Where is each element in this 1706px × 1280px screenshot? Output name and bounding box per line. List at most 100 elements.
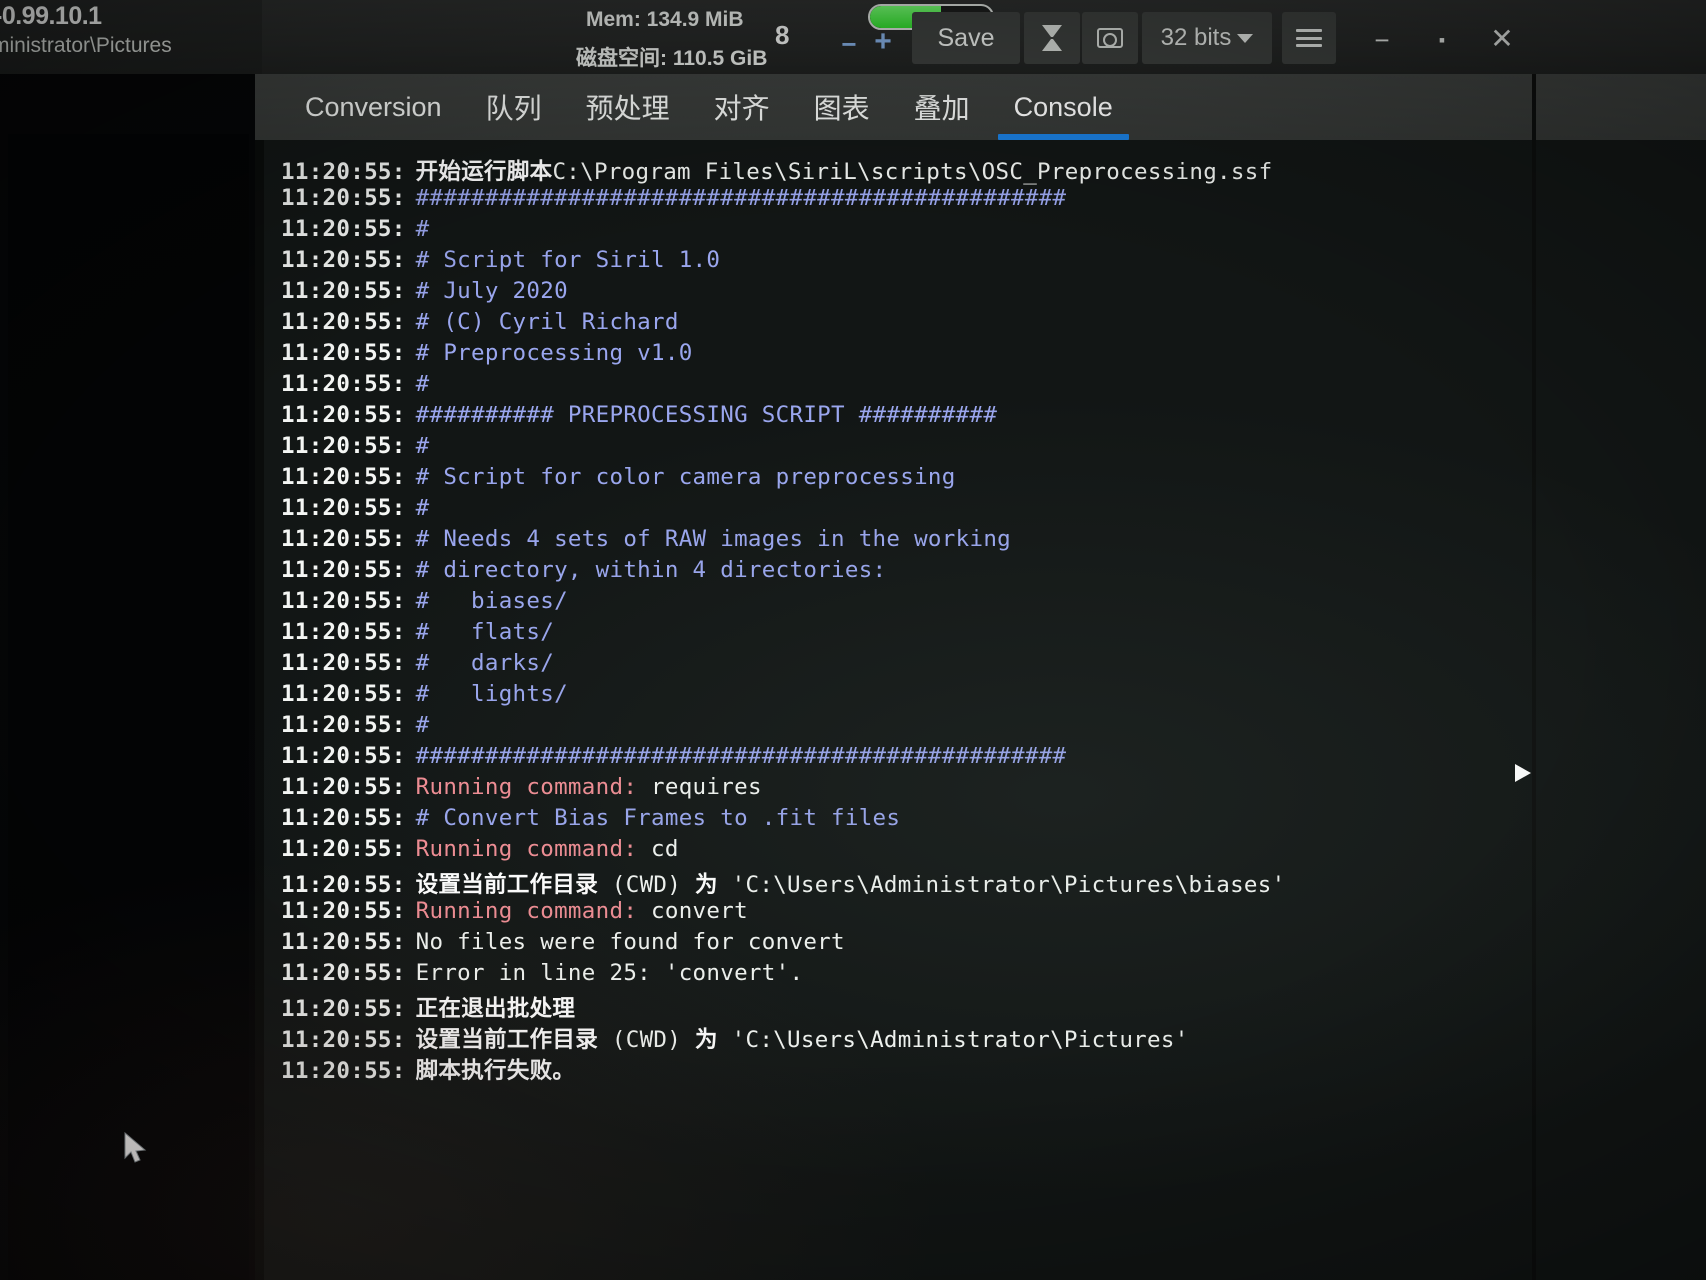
- console-message: #: [416, 495, 430, 521]
- console-line: 11:20:55: # Preprocessing v1.0: [255, 340, 1706, 371]
- memory-usage-label: Mem: 134.9 MiB: [586, 8, 744, 31]
- close-button[interactable]: ✕: [1478, 14, 1526, 62]
- minimize-button[interactable]: −: [1358, 16, 1406, 64]
- console-message-part: # lights/: [415, 681, 568, 707]
- console-message-part: # (C) Cyril Richard: [415, 309, 679, 335]
- console-message: # Needs 4 sets of RAW images in the work…: [416, 526, 1011, 552]
- camera-icon[interactable]: [1082, 12, 1138, 64]
- tab-preprocessing[interactable]: 预处理: [564, 74, 692, 140]
- tab-plot[interactable]: 图表: [792, 74, 892, 140]
- console-line: 11:20:55: ########## PREPROCESSING SCRIPT…: [255, 402, 1706, 433]
- console-line: 11:20:55: # (C) Cyril Richard: [255, 309, 1706, 340]
- panel-divider[interactable]: [1532, 74, 1536, 1280]
- console-message-part: 设置当前工作目录: [415, 1027, 599, 1053]
- maximize-button[interactable]: ▪: [1418, 16, 1466, 64]
- console-timestamp: 11:20:55:: [281, 433, 406, 459]
- console-timestamp: 11:20:55:: [281, 774, 406, 800]
- console-message-part: Running command:: [415, 836, 652, 862]
- console-line: 11:20:55: #: [255, 495, 1706, 526]
- tab-conversion[interactable]: Conversion: [283, 74, 464, 140]
- console-message-part: Running command:: [415, 774, 652, 800]
- tab-stacking[interactable]: 叠加: [892, 74, 992, 140]
- console-line: 11:20:55: 开始运行脚本C:\Program Files\SiriL\sc…: [255, 154, 1706, 185]
- console-message: #: [416, 371, 430, 397]
- tab-console[interactable]: Console: [992, 74, 1135, 140]
- console-message-part: (CWD): [598, 1027, 695, 1053]
- console-timestamp: 11:20:55:: [281, 371, 406, 397]
- triangle-right-icon[interactable]: [1513, 762, 1533, 784]
- console-timestamp: 11:20:55:: [281, 898, 406, 924]
- console-message-part: #: [415, 371, 430, 397]
- console-message: Running command: requires: [416, 774, 762, 800]
- tab-registration[interactable]: 对齐: [692, 74, 792, 140]
- console-message: ########################################…: [416, 743, 1067, 769]
- console-timestamp: 11:20:55:: [281, 996, 406, 1022]
- console-message: Running command: convert: [416, 898, 748, 924]
- console-line: 11:20:55: 设置当前工作目录 (CWD) 为 'C:\Users\Admi…: [255, 1022, 1706, 1053]
- console-line: 11:20:55: Running command: requires: [255, 774, 1706, 805]
- console-message-part: #: [415, 712, 430, 738]
- console-message-part: 'C:\Users\Administrator\Pictures': [717, 1027, 1189, 1053]
- console-line: 11:20:55: #: [255, 433, 1706, 464]
- console-message: # Convert Bias Frames to .fit files: [416, 805, 901, 831]
- bit-depth-dropdown[interactable]: 32 bits: [1142, 12, 1272, 64]
- console-line: 11:20:55: ###############################…: [255, 185, 1706, 216]
- console-line: 11:20:55: # Script for Siril 1.0: [255, 247, 1706, 278]
- console-line: 11:20:55: # flats/: [255, 619, 1706, 650]
- image-preview-panel[interactable]: [0, 74, 255, 1280]
- console-timestamp: 11:20:55:: [281, 1027, 406, 1053]
- console-log-list: 11:20:55: 开始运行脚本C:\Program Files\SiriL\sc…: [255, 154, 1706, 1084]
- console-timestamp: 11:20:55:: [281, 216, 406, 242]
- bit-depth-label: 32 bits: [1160, 24, 1232, 51]
- console-message: ########## PREPROCESSING SCRIPT ########…: [416, 402, 998, 428]
- console-message: #: [416, 712, 430, 738]
- console-message: # darks/: [416, 650, 554, 676]
- console-timestamp: 11:20:55:: [281, 309, 406, 335]
- thread-count-label: 8: [775, 20, 790, 50]
- console-timestamp: 11:20:55:: [281, 495, 406, 521]
- console-message: 开始运行脚本C:\Program Files\SiriL\scripts\OSC…: [416, 154, 1273, 186]
- console-timestamp: 11:20:55:: [281, 278, 406, 304]
- console-message: # directory, within 4 directories:: [416, 557, 887, 583]
- zoom-out-button[interactable]: −: [832, 20, 866, 68]
- console-message-part: Error in line 25: 'convert'.: [415, 960, 804, 986]
- console-message: ########################################…: [416, 185, 1067, 211]
- save-button[interactable]: Save: [912, 12, 1020, 64]
- console-message-part: 脚本执行失败。: [415, 1058, 576, 1084]
- hourglass-icon[interactable]: [1024, 12, 1080, 64]
- console-line: 11:20:55: # directory, within 4 directori…: [255, 557, 1706, 588]
- title-bar: -0.99.10.1 ministrator\Pictures Mem: 134…: [0, 0, 1706, 74]
- console-message-part: # July 2020: [415, 278, 568, 304]
- console-message: 设置当前工作目录 (CWD) 为 'C:\Users\Administrator…: [416, 867, 1286, 899]
- console-message-part: ########## PREPROCESSING SCRIPT ########…: [415, 402, 998, 428]
- zoom-in-button[interactable]: +: [866, 18, 900, 66]
- console-line: 11:20:55: # Needs 4 sets of RAW images in…: [255, 526, 1706, 557]
- console-message: # flats/: [416, 619, 554, 645]
- console-line: 11:20:55: # July 2020: [255, 278, 1706, 309]
- console-message: 正在退出批处理: [416, 991, 576, 1023]
- chevron-down-icon: [1237, 33, 1254, 43]
- siril-application-window: -0.99.10.1 ministrator\Pictures Mem: 134…: [0, 0, 1706, 1280]
- console-line: 11:20:55: 脚本执行失败。: [255, 1053, 1706, 1084]
- mouse-pointer-icon: [124, 1132, 147, 1163]
- console-message-part: #: [415, 433, 430, 459]
- console-timestamp: 11:20:55:: [281, 185, 406, 211]
- console-timestamp: 11:20:55:: [281, 712, 406, 738]
- image-preview-canvas[interactable]: [8, 134, 249, 1280]
- console-message: 设置当前工作目录 (CWD) 为 'C:\Users\Administrator…: [416, 1022, 1189, 1054]
- tab-queue[interactable]: 队列: [464, 74, 564, 140]
- console-message-part: #: [415, 495, 430, 521]
- console-line: 11:20:55: #: [255, 371, 1706, 402]
- console-message-part: ########################################…: [415, 743, 1067, 769]
- console-message-part: C:\Program Files\SiriL\scripts\OSC_Prepr…: [552, 159, 1273, 185]
- working-directory-label: ministrator\Pictures: [0, 34, 172, 57]
- hamburger-icon[interactable]: [1282, 12, 1336, 64]
- console-message-part: # biases/: [415, 588, 568, 614]
- console-timestamp: 11:20:55:: [281, 588, 406, 614]
- console-message-part: # Script for color camera preprocessing: [415, 464, 956, 490]
- console-line: 11:20:55: 正在退出批处理: [255, 991, 1706, 1022]
- console-timestamp: 11:20:55:: [281, 526, 406, 552]
- console-message-part: # Needs 4 sets of RAW images in the work…: [415, 526, 1012, 552]
- console-output[interactable]: 11:20:55: 开始运行脚本C:\Program Files\SiriL\sc…: [255, 140, 1706, 1280]
- disk-space-label: 磁盘空间: 110.5 GiB: [576, 47, 768, 70]
